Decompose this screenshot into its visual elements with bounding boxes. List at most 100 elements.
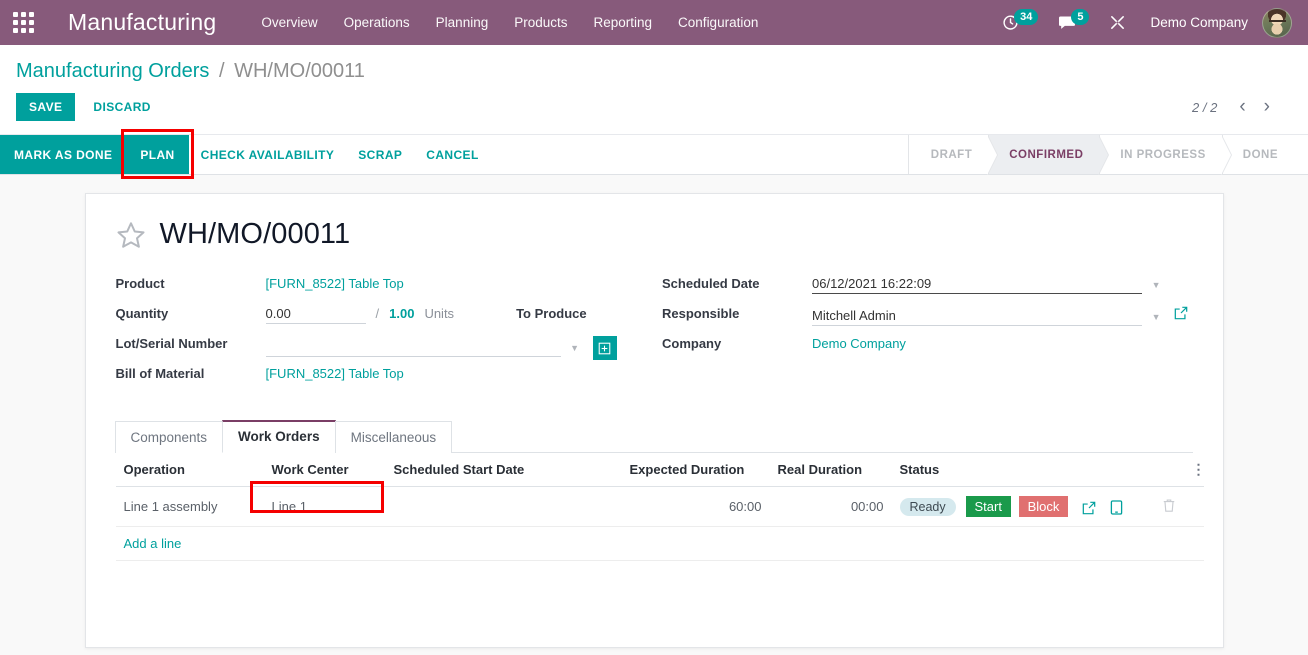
field-company: Company Demo Company: [662, 333, 1193, 360]
responsible-chevron-down-icon[interactable]: ▼: [1152, 312, 1161, 322]
main-menu: Overview Operations Planning Products Re…: [248, 9, 771, 36]
discard-button[interactable]: DISCARD: [81, 93, 162, 121]
debug-menu-button[interactable]: [1099, 0, 1136, 45]
messaging-counter: 5: [1071, 8, 1090, 25]
cell-real-duration[interactable]: 00:00: [769, 486, 892, 527]
column-header-work-center[interactable]: Work Center: [263, 453, 386, 487]
table-header-row: Operation Work Center Scheduled Start Da…: [115, 453, 1206, 487]
breadcrumb: Manufacturing Orders / WH/MO/00011: [16, 45, 1292, 83]
plan-button[interactable]: PLAN: [126, 135, 189, 174]
stage-in-progress[interactable]: IN PROGRESS: [1099, 135, 1233, 175]
field-label-lot-serial: Lot/Serial Number: [115, 336, 228, 351]
stage-confirmed[interactable]: CONFIRMED: [988, 135, 1110, 175]
column-header-delete: [1137, 453, 1184, 487]
status-badge: Ready: [899, 497, 956, 516]
cell-operation[interactable]: Line 1 assembly: [115, 486, 264, 527]
form-view-body: WH/MO/00011 Product [FURN_8522] Table To…: [0, 175, 1308, 655]
column-header-actions: [957, 453, 1138, 487]
column-header-status[interactable]: Status: [891, 453, 958, 487]
lot-serial-input[interactable]: [265, 339, 561, 358]
menu-item-planning[interactable]: Planning: [423, 9, 502, 36]
statusbar-row: MARK AS DONE PLAN CHECK AVAILABILITY SCR…: [0, 129, 1308, 179]
tab-components[interactable]: Components: [114, 421, 224, 453]
pager-value: 2 / 2: [1192, 99, 1218, 115]
scrap-button[interactable]: SCRAP: [346, 135, 414, 174]
cancel-button[interactable]: CANCEL: [414, 135, 490, 174]
field-label-quantity: Quantity: [115, 306, 169, 321]
block-button[interactable]: Block: [1018, 496, 1069, 517]
cell-scheduled-start-date[interactable]: [385, 486, 622, 527]
record-title-row: WH/MO/00011: [116, 218, 1193, 251]
messaging-menu-button[interactable]: 5: [1048, 0, 1099, 45]
statusbar-buttons: MARK AS DONE PLAN CHECK AVAILABILITY SCR…: [0, 129, 491, 179]
to-produce-label: To Produce: [516, 306, 587, 321]
tab-miscellaneous[interactable]: Miscellaneous: [334, 421, 453, 453]
vertical-dots-icon: ⋮: [1191, 461, 1206, 477]
cell-expected-duration[interactable]: 60:00: [621, 486, 770, 527]
add-line-row: Add a line: [115, 526, 1204, 561]
apps-grid-icon: [12, 12, 34, 33]
internal-link-icon[interactable]: [592, 336, 617, 360]
external-link-icon[interactable]: [1082, 501, 1096, 515]
menu-item-overview[interactable]: Overview: [248, 9, 330, 36]
pager-next-icon[interactable]: ›: [1256, 97, 1278, 116]
trash-icon[interactable]: [1162, 498, 1176, 513]
table-row[interactable]: Line 1 assembly Line 1 60:00 00:00 Ready…: [115, 481, 1204, 527]
breadcrumb-root[interactable]: Manufacturing Orders: [16, 60, 209, 82]
menu-item-products[interactable]: Products: [501, 9, 580, 36]
mark-as-done-button[interactable]: MARK AS DONE: [0, 135, 127, 174]
chevron-down-icon[interactable]: ▼: [570, 343, 579, 353]
app-brand-name[interactable]: Manufacturing: [68, 9, 216, 36]
control-panel: Manufacturing Orders / WH/MO/00011 SAVE …: [0, 45, 1308, 135]
stage-done[interactable]: DONE: [1221, 135, 1294, 174]
apps-menu-button[interactable]: [0, 0, 46, 45]
optional-columns-dropdown[interactable]: ⋮: [1183, 453, 1206, 487]
field-responsible: Responsible ▼: [662, 303, 1193, 330]
scheduled-date-input[interactable]: [812, 276, 1142, 294]
activity-menu-button[interactable]: 34: [992, 0, 1048, 45]
cell-status: Ready: [891, 486, 958, 527]
star-outline-icon[interactable]: [116, 220, 146, 250]
cell-delete: [1137, 486, 1184, 527]
add-a-line-link[interactable]: Add a line: [116, 527, 190, 560]
start-button[interactable]: Start: [965, 496, 1011, 517]
column-header-expected-duration[interactable]: Expected Duration: [621, 453, 770, 487]
responsible-input[interactable]: [812, 308, 1142, 326]
external-link-icon[interactable]: [1174, 306, 1188, 320]
record-sheet: WH/MO/00011 Product [FURN_8522] Table To…: [84, 193, 1224, 648]
company-switcher[interactable]: Demo Company: [1136, 15, 1262, 30]
work-orders-table-body: Line 1 assembly Line 1 60:00 00:00 Ready…: [115, 481, 1204, 561]
menu-item-configuration[interactable]: Configuration: [665, 9, 771, 36]
cell-work-center[interactable]: Line 1: [249, 481, 386, 527]
avatar[interactable]: [1262, 7, 1292, 38]
save-button[interactable]: SAVE: [16, 93, 76, 121]
tab-work-orders[interactable]: Work Orders: [222, 420, 336, 453]
page-title: WH/MO/00011: [159, 218, 351, 250]
top-navbar: Manufacturing Overview Operations Planni…: [0, 0, 1308, 45]
column-header-operation[interactable]: Operation: [115, 453, 264, 487]
field-bill-of-material: Bill of Material [FURN_8522] Table Top: [116, 363, 619, 390]
form-column-left: Product [FURN_8522] Table Top Quantity /…: [116, 273, 655, 393]
work-center-highlight-box: [249, 481, 384, 513]
field-value-company[interactable]: Demo Company: [812, 336, 906, 351]
quantity-separator: /: [375, 306, 380, 321]
field-label-bill-of-material: Bill of Material: [115, 366, 205, 381]
field-label-product: Product: [115, 276, 165, 291]
stage-draft[interactable]: DRAFT: [907, 135, 999, 175]
menu-item-reporting[interactable]: Reporting: [581, 9, 666, 36]
column-header-scheduled-start-date[interactable]: Scheduled Start Date: [385, 453, 622, 487]
quantity-input[interactable]: [265, 306, 366, 324]
field-value-bill-of-material[interactable]: [FURN_8522] Table Top: [266, 366, 404, 381]
calendar-chevron-down-icon[interactable]: ▼: [1152, 280, 1161, 290]
check-availability-button[interactable]: CHECK AVAILABILITY: [189, 135, 347, 174]
pager-previous-icon[interactable]: ‹: [1231, 97, 1253, 116]
add-line-cell: Add a line: [115, 526, 1204, 561]
menu-item-operations[interactable]: Operations: [331, 9, 423, 36]
control-panel-actions: SAVE DISCARD 2 / 2 ‹ ›: [16, 83, 1292, 134]
field-value-product[interactable]: [FURN_8522] Table Top: [266, 276, 404, 291]
plan-button-wrapper: PLAN: [121, 129, 194, 179]
column-header-real-duration[interactable]: Real Duration: [769, 453, 892, 487]
systray: 34 5 Demo Company: [992, 0, 1308, 45]
cell-work-center-text: Line 1: [271, 499, 307, 514]
tablet-icon[interactable]: [1110, 500, 1123, 515]
